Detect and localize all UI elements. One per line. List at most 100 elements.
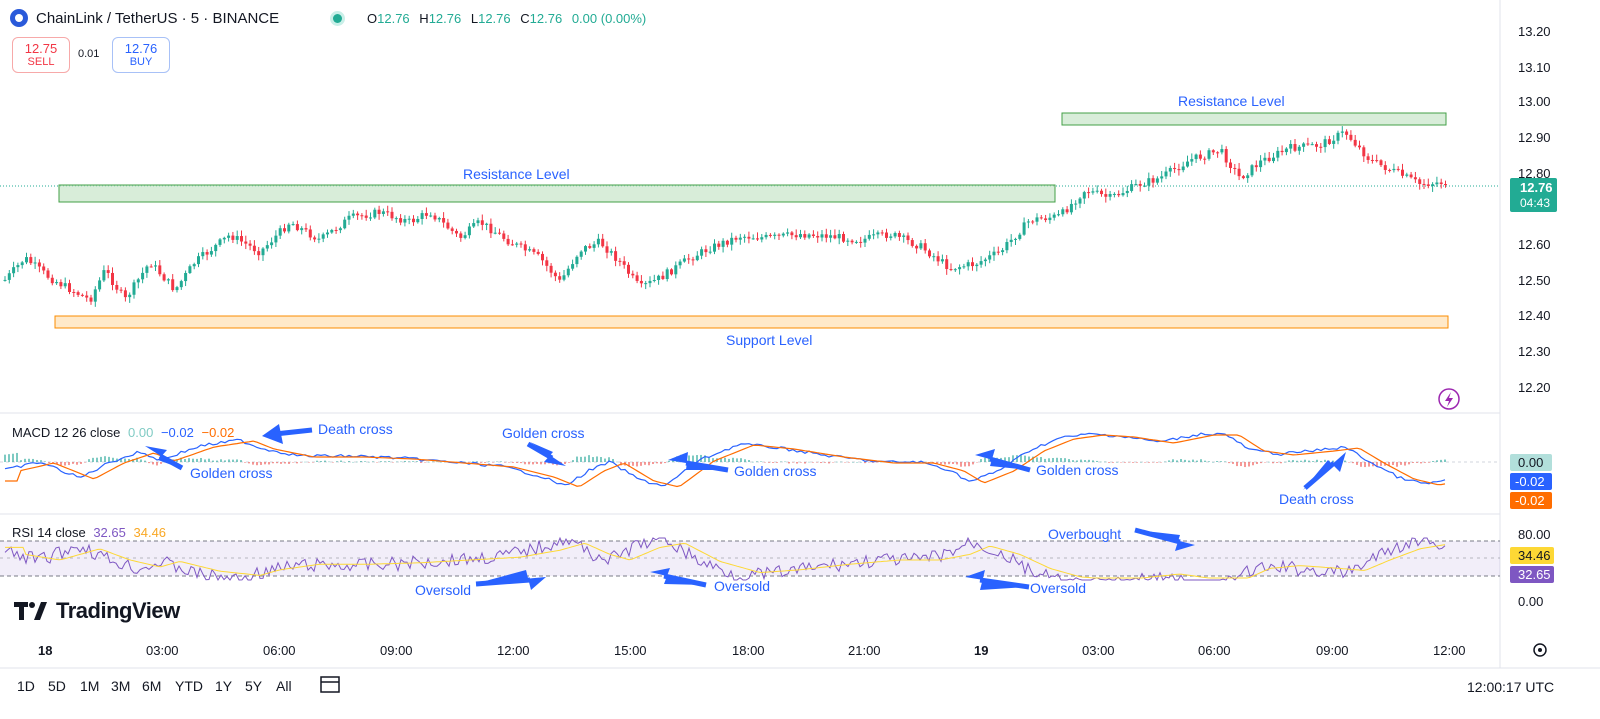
candle-body <box>1431 184 1435 187</box>
macd-hist-bar <box>328 461 330 463</box>
macd-hist-bar <box>388 461 390 462</box>
candle-body <box>893 233 897 237</box>
macd-hist-bar <box>356 461 358 463</box>
candle-body <box>467 226 471 236</box>
range-1m[interactable]: 1M <box>80 678 99 694</box>
candle-body <box>1297 146 1301 151</box>
range-1d[interactable]: 1D <box>17 678 35 694</box>
buy-label: BUY <box>129 56 153 68</box>
macd-hist-bar <box>360 461 362 462</box>
sell-button[interactable]: 12.75 SELL <box>12 37 70 73</box>
candle-body <box>549 265 553 273</box>
rsi-title: RSI 14 close <box>12 525 86 540</box>
candle-body <box>205 252 209 255</box>
symbol-title[interactable]: ChainLink / TetherUS · 5 · BINANCE <box>36 10 279 27</box>
macd-hist-bar <box>840 461 842 463</box>
macd-hist-bar <box>1196 460 1198 462</box>
candle-body <box>420 213 424 219</box>
candle-body <box>678 261 682 266</box>
time-tick: 03:00 <box>1082 643 1115 658</box>
macd-hist-bar <box>1212 461 1214 463</box>
time-tick: 21:00 <box>848 643 881 658</box>
time-tick: 12:00 <box>1433 643 1466 658</box>
candle-body <box>1117 193 1121 196</box>
candle-body <box>682 258 686 262</box>
candle-body <box>833 235 837 239</box>
macd-hist-bar <box>956 462 958 465</box>
candle-body <box>1022 222 1026 235</box>
macd-hist-bar <box>1344 460 1346 462</box>
candle-body <box>1302 143 1306 147</box>
ohlc-key: O <box>367 11 378 26</box>
candle-body <box>1211 150 1215 153</box>
range-ytd[interactable]: YTD <box>175 678 203 694</box>
support-zone[interactable] <box>54 315 1449 329</box>
candle-body <box>605 246 609 253</box>
range-6m[interactable]: 6M <box>142 678 161 694</box>
candle-body <box>528 249 532 251</box>
macd-hist-bar <box>1312 461 1314 462</box>
candle-body <box>12 267 16 274</box>
oversold-label-2: Oversold <box>714 578 770 594</box>
candle-body <box>1388 169 1392 171</box>
range-5d[interactable]: 5D <box>48 678 66 694</box>
candle-body <box>579 251 583 257</box>
candle-body <box>962 266 966 268</box>
buy-button[interactable]: 12.76 BUY <box>112 37 170 73</box>
candle-body <box>799 234 802 238</box>
macd-hist-bar <box>632 462 634 466</box>
macd-hist-bar <box>1160 462 1162 463</box>
candle-body <box>1332 140 1336 144</box>
candle-body <box>631 273 635 276</box>
price-tick: 13.00 <box>1518 94 1551 109</box>
candle-body <box>1014 238 1017 240</box>
range-all[interactable]: All <box>276 678 292 694</box>
candle-body <box>218 239 222 245</box>
macd-hist-bar <box>664 462 666 464</box>
candle-body <box>704 249 708 253</box>
range-3m[interactable]: 3M <box>111 678 130 694</box>
candlestick-series[interactable] <box>3 126 1448 307</box>
candle-body <box>816 235 820 238</box>
candle-body <box>1164 171 1168 177</box>
candle-body <box>1087 192 1091 194</box>
macd-hist-bar <box>104 456 106 462</box>
chart-canvas[interactable]: Resistance Level Resistance Level Suppor… <box>0 0 1600 719</box>
macd-hist-bar <box>588 455 590 462</box>
sell-price: 12.75 <box>24 41 58 56</box>
candle-body <box>136 279 140 283</box>
candle-body <box>25 257 28 263</box>
candle-body <box>850 240 854 243</box>
date-range-icon[interactable] <box>320 676 340 693</box>
price-tick: 12.60 <box>1518 237 1551 252</box>
candle-body <box>803 234 807 238</box>
range-1y[interactable]: 1Y <box>215 678 232 694</box>
candle-body <box>824 234 828 238</box>
candle-body <box>510 244 514 246</box>
rsi-legend[interactable]: RSI 14 close 32.65 34.46 <box>12 525 166 540</box>
candle-body <box>235 236 239 240</box>
macd-hist-bar <box>984 457 986 462</box>
time-axis[interactable]: 18 03:00 06:00 09:00 12:00 15:00 18:00 2… <box>38 643 1466 658</box>
macd-hist-bar <box>280 462 282 464</box>
macd-hist-bar <box>84 462 86 463</box>
candle-body <box>1289 144 1293 149</box>
macd-hist-bar <box>536 462 538 464</box>
resistance-zone-lower[interactable] <box>58 184 1056 203</box>
macd-hist-bar <box>336 461 338 462</box>
ohlc-open: 12.76 <box>377 11 410 26</box>
macd-hist-bar <box>1416 462 1418 463</box>
resistance-zone-upper[interactable] <box>1061 112 1447 126</box>
candle-body <box>102 270 106 281</box>
macd-hist-bar <box>316 460 318 462</box>
macd-hist-bar <box>1128 462 1130 463</box>
utc-clock[interactable]: 12:00:17 UTC <box>1467 679 1554 695</box>
resistance-upper-label: Resistance Level <box>1178 93 1285 109</box>
macd-legend[interactable]: MACD 12 26 close 0.00 −0.02 −0.02 <box>12 425 234 440</box>
candle-body <box>691 259 695 261</box>
candle-body <box>734 237 738 240</box>
range-5y[interactable]: 5Y <box>245 678 262 694</box>
candle-body <box>764 234 768 238</box>
candle-body <box>541 253 544 261</box>
macd-hist-bar <box>528 462 530 465</box>
